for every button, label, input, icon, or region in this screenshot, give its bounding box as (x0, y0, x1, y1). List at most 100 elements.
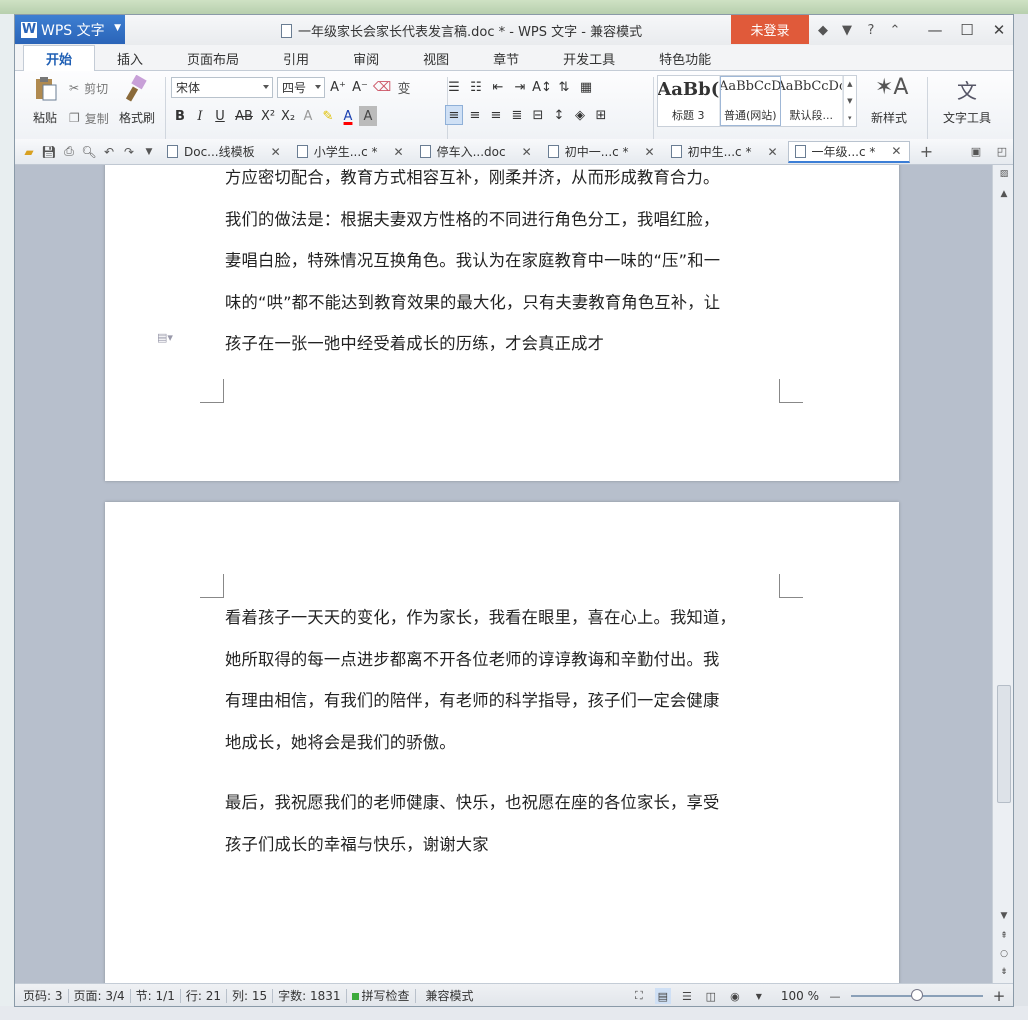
login-button[interactable]: 未登录 (731, 15, 809, 44)
decrease-indent-icon[interactable]: ⇤ (489, 77, 507, 97)
status-page[interactable]: 页面: 3/4 (69, 989, 131, 1003)
tab-developer[interactable]: 开发工具 (541, 46, 637, 70)
strikethrough-icon[interactable]: AB (231, 106, 257, 126)
split-icon[interactable]: ▨ (996, 167, 1012, 181)
zoom-slider-thumb[interactable] (911, 989, 923, 1001)
font-size-select[interactable]: 四号 (277, 77, 325, 98)
scrollbar-thumb[interactable] (997, 685, 1011, 803)
scroll-up-icon[interactable]: ▲ (996, 187, 1012, 201)
help-icon[interactable]: ? (861, 20, 881, 40)
tab-view[interactable]: 视图 (401, 46, 471, 70)
close-icon[interactable]: ✕ (645, 145, 655, 159)
highlight-icon[interactable]: ✎ (319, 106, 337, 126)
format-painter-button[interactable]: 格式刷 (115, 74, 159, 126)
increase-indent-icon[interactable]: ⇥ (511, 77, 529, 97)
web-view-icon[interactable]: ◫ (703, 988, 719, 1004)
style-heading3[interactable]: AaBb(标题 3 (658, 76, 720, 126)
tab-features[interactable]: 特色功能 (637, 46, 733, 70)
view-chevron-icon[interactable]: ▼ (751, 988, 767, 1004)
doc-tab-6[interactable]: 一年级...c * ✕ (787, 140, 911, 163)
style-normal-web[interactable]: AaBbCcD 普通(网站) (719, 76, 782, 126)
close-icon[interactable]: ✕ (522, 145, 532, 159)
maximize-icon[interactable]: ☐ (951, 15, 983, 44)
subscript-icon[interactable]: X₂ (279, 106, 297, 126)
browse-object-icon[interactable]: ○ (996, 947, 1012, 961)
text-tools-button[interactable]: 文 文字工具 (937, 75, 997, 126)
close-icon[interactable]: ✕ (983, 15, 1013, 44)
doc-tab-2[interactable]: 小学生...c * ✕ (291, 141, 412, 163)
zoom-in-icon[interactable]: + (991, 987, 1007, 1005)
print-preview-icon[interactable]: 🔍︎ (79, 142, 99, 162)
page-view-icon[interactable]: ▤ (654, 988, 671, 1004)
vertical-scrollbar[interactable]: ▨ ▲ ▼ ⇞ ○ ⇟ (992, 165, 1013, 983)
close-icon[interactable]: ✕ (394, 145, 404, 159)
bold-icon[interactable]: B (171, 106, 189, 126)
zoom-slider[interactable] (851, 989, 983, 1001)
align-left-icon[interactable]: ≡ (445, 105, 463, 125)
wps-app-menu-button[interactable]: W WPS 文字 ▼ (15, 15, 125, 44)
char-shading-icon[interactable]: A (359, 106, 377, 126)
tab-references[interactable]: 引用 (261, 46, 331, 70)
skin-icon[interactable]: ▼ (837, 20, 857, 40)
doc-tab-4[interactable]: 初中一...c * ✕ (542, 141, 663, 163)
scroll-down-icon[interactable]: ▼ (996, 909, 1012, 923)
print-icon[interactable]: ⎙ (59, 142, 79, 162)
close-icon[interactable]: ✕ (271, 145, 281, 159)
zoom-out-icon[interactable]: — (827, 988, 843, 1004)
paste-button[interactable]: 粘贴 (23, 75, 67, 126)
close-icon[interactable]: ✕ (891, 144, 901, 158)
char-scale-icon[interactable]: A↕ (532, 77, 552, 97)
doc-tab-5[interactable]: 初中生...c * ✕ (665, 141, 786, 163)
save-icon[interactable]: 💾︎ (39, 142, 59, 162)
font-color-icon[interactable]: A (339, 106, 357, 126)
cut-button[interactable]: ✂ 剪切 (69, 77, 109, 99)
tab-review[interactable]: 审阅 (331, 46, 401, 70)
customize-chevron-icon[interactable]: ▼ (139, 142, 159, 162)
new-tab-icon[interactable]: + (916, 142, 936, 162)
previous-page-icon[interactable]: ⇞ (996, 929, 1012, 943)
superscript-icon[interactable]: X² (259, 106, 277, 126)
paragraph[interactable]: 看着孩子一天天的变化，作为家长，我看在眼里，喜在心上。我知道， 她所取得的每一点… (225, 597, 781, 763)
zoom-level[interactable]: 100 % (781, 989, 819, 1003)
tab-menu-icon[interactable]: ◰ (993, 142, 1011, 160)
tab-insert[interactable]: 插入 (95, 46, 165, 70)
collapse-ribbon-icon[interactable]: ⌃ (885, 20, 905, 40)
redo-icon[interactable]: ↷ (119, 142, 139, 162)
italic-icon[interactable]: I (191, 106, 209, 126)
distribute-icon[interactable]: ⊟ (529, 105, 547, 125)
paragraph[interactable]: 最后，我祝愿我们的老师健康、快乐，也祝愿在座的各位家长，享受 孩子们成长的幸福与… (225, 782, 781, 865)
tab-page-layout[interactable]: 页面布局 (165, 46, 261, 70)
style-gallery-scroll[interactable]: ▲ ▼ ▾ (842, 76, 856, 126)
spellcheck-toggle[interactable]: 拼写检查 (347, 989, 416, 1003)
fullscreen-view-icon[interactable]: ⛶ (631, 988, 647, 1004)
outline-view-icon[interactable]: ☰ (679, 988, 695, 1004)
doc-tab-3[interactable]: 停车入...doc ✕ (414, 141, 540, 163)
tab-section[interactable]: 章节 (471, 46, 541, 70)
align-right-icon[interactable]: ≡ (487, 105, 505, 125)
open-folder-icon[interactable]: ▰ (19, 142, 39, 162)
doc-tab-1[interactable]: Doc...线模板 ✕ (161, 141, 289, 163)
shrink-font-icon[interactable]: A⁻ (351, 78, 369, 98)
shading-icon[interactable]: ◈ (571, 105, 589, 125)
justify-icon[interactable]: ≣ (508, 105, 526, 125)
clear-format-icon[interactable]: ⌫ (373, 78, 391, 98)
border-icon[interactable]: ⊞ (592, 105, 610, 125)
bullet-list-icon[interactable]: ☰ (445, 77, 463, 97)
underline-icon[interactable]: U (211, 106, 229, 126)
align-center-icon[interactable]: ≡ (466, 105, 484, 125)
table-grid-icon[interactable]: ▦ (577, 77, 595, 97)
feedback-icon[interactable]: ◆ (813, 20, 833, 40)
undo-icon[interactable]: ↶ (99, 142, 119, 162)
minimize-icon[interactable]: — (919, 15, 951, 44)
tab-home[interactable]: 开始 (23, 45, 96, 71)
numbered-list-icon[interactable]: ☷ (467, 77, 485, 97)
tab-list-icon[interactable]: ▣ (967, 142, 985, 160)
font-name-select[interactable]: 宋体 (171, 77, 273, 98)
close-icon[interactable]: ✕ (767, 145, 777, 159)
new-style-button[interactable]: ✶A 新样式 (867, 75, 911, 126)
next-page-icon[interactable]: ⇟ (996, 965, 1012, 979)
text-effect-icon[interactable]: A (299, 106, 317, 126)
sort-icon[interactable]: ⇅ (555, 77, 573, 97)
copy-button[interactable]: ❐ 复制 (69, 107, 109, 129)
reading-view-icon[interactable]: ◉ (727, 988, 743, 1004)
